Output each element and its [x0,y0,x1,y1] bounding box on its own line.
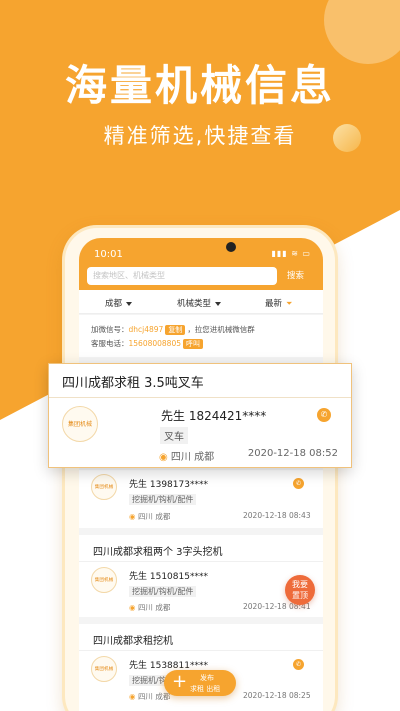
location: ◉ 四川 成都 [129,602,170,613]
service-phone: 15608008805 [128,339,182,348]
location-label: 四川 成都 [170,452,215,463]
filter-city-label: 成都 [105,299,123,309]
tag: 叉车 [160,427,188,444]
listing-title: 四川成都求租挖机 [93,636,173,647]
filter-city[interactable]: 成都 [105,297,133,309]
filter-type[interactable]: 机械类型 [177,297,222,309]
featured-listing-card[interactable]: 四川成都求租 3.5吨叉车 集团机械 先生 1824421**** ✆ 叉车 ◉… [48,363,352,468]
filter-sort-label: 最新 [265,299,283,309]
filter-bar: 成都 机械类型 最新 ⏷ [79,290,323,314]
status-icons: ▮▮▮ ≋ ▭ [271,249,311,258]
location: ◉ 四川 成都 [129,691,170,702]
contact: 先生 1398173**** [129,480,208,490]
funnel-icon: ⏷ [286,299,293,308]
company-logo: 集团机械 [91,567,117,593]
divider [49,397,351,398]
company-logo: 集团机械 [62,406,98,442]
divider [79,650,323,651]
company-logo: 集团机械 [91,474,117,500]
listing-title: 四川成都求租两个 3字头挖机 [93,547,223,558]
phone-icon[interactable]: ✆ [317,408,331,422]
pin-to-top-line2: 置顶 [292,591,308,600]
search-button[interactable]: 搜索 [287,269,304,281]
tag: 挖掘机/钩机/配件 [129,586,197,597]
publish-sub-label: 求租 出租 [190,685,221,693]
publish-button[interactable]: + 发布 求租 出租 [164,670,236,696]
wechat-label: 加微信号： [91,325,129,334]
pin-to-top-button[interactable]: 我要 置顶 [285,575,315,605]
pin-to-top-line1: 我要 [292,580,308,589]
list-item[interactable]: 集团机械 先生 1398173**** ✆ 挖掘机/钩机/配件 ◉ 四川 成都 … [79,470,323,528]
phone-label: 客服电话： [91,339,129,348]
call-button[interactable]: 呼叫 [183,339,203,349]
timestamp: 2020-12-18 08:43 [243,511,311,520]
location-label: 四川 成都 [137,603,171,612]
divider [79,561,323,562]
phone-screen: 10:01 ▮▮▮ ≋ ▭ 搜索地区、机械类型 搜索 成都 机械类型 最新 ⏷ 加… [79,238,323,711]
filter-sort[interactable]: 最新 ⏷ [265,297,292,309]
promo-headline: 海量机械信息 [64,61,335,110]
promo-subline: 精准筛选,快捷查看 [103,124,297,148]
filter-type-label: 机械类型 [177,299,212,309]
timestamp: 2020-12-18 08:52 [247,448,338,459]
location-pin-icon: ◉ [129,603,136,612]
plus-icon: + [172,671,188,692]
publish-label: 发布 [200,674,214,682]
notice-wechat-line: 加微信号：dhcj4897 复制 ，拉您进机械微信群 [91,323,311,337]
location: ◉ 四川 成都 [129,511,170,522]
search-input[interactable]: 搜索地区、机械类型 [87,267,277,285]
camera-notch [226,242,236,252]
location-pin-icon: ◉ [159,452,168,463]
list-item[interactable]: 四川成都求租两个 3字头挖机 集团机械 先生 1510815**** 挖掘机/钩… [79,535,323,617]
company-logo: 集团机械 [91,656,117,682]
contact: 先生 1510815**** [129,572,208,582]
notice-panel: 加微信号：dhcj4897 复制 ，拉您进机械微信群 客服电话：1560800880… [79,315,323,357]
tag: 挖掘机/钩机/配件 [129,494,197,505]
chevron-down-icon [215,301,222,306]
location-pin-icon: ◉ [129,692,136,701]
contact: 先生 1824421**** [161,409,267,423]
location: ◉ 四川 成都 [159,448,214,463]
phone-icon[interactable]: ✆ [293,478,304,489]
tags: 挖掘机/钩机/配件 [129,586,198,597]
location-label: 四川 成都 [137,692,171,701]
list-item[interactable]: 四川成都求租挖机 集团机械 先生 1538811**** ✆ 挖掘机/钩 ◉ 四… [79,624,323,711]
location-label: 四川 成都 [137,512,171,521]
copy-button[interactable]: 复制 [165,325,186,335]
phone-icon[interactable]: ✆ [293,659,304,670]
wechat-id: dhcj4897 [128,325,164,334]
location-pin-icon: ◉ [129,512,136,521]
wechat-suffix: ，拉您进机械微信群 [187,325,255,334]
notice-phone-line: 客服电话：15608008805 呼叫 [91,337,311,351]
timestamp: 2020-12-18 08:25 [243,691,311,700]
status-time: 10:01 [94,249,123,260]
tags: 挖掘机/钩机/配件 [129,494,198,505]
app-header: 10:01 ▮▮▮ ≋ ▭ 搜索地区、机械类型 搜索 [79,238,323,290]
chevron-down-icon [126,301,133,306]
listing-title: 四川成都求租 3.5吨叉车 [62,376,204,391]
